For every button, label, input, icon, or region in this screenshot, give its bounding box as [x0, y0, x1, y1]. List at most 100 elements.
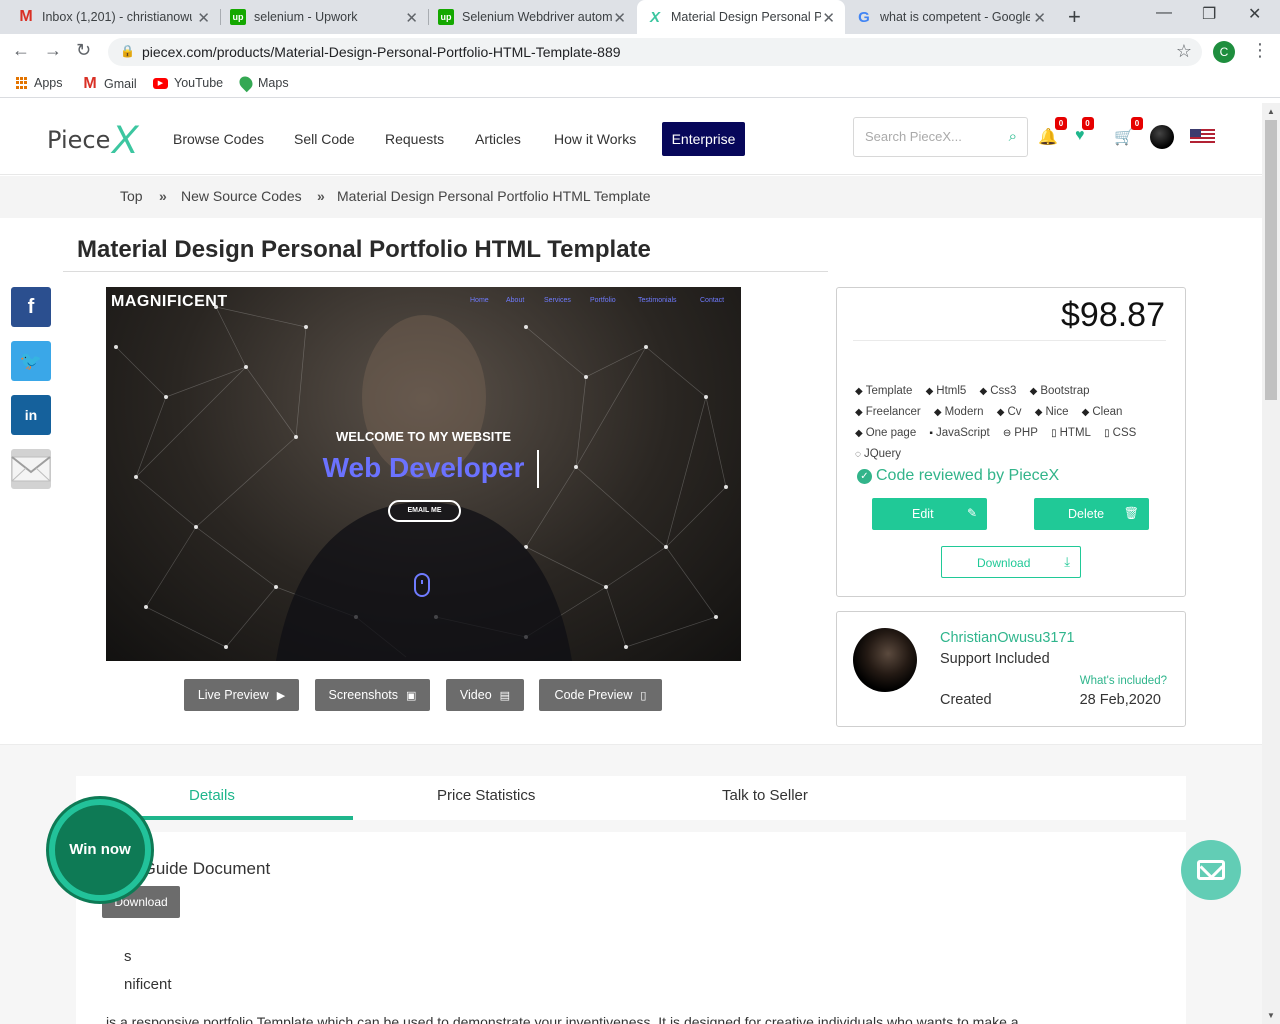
tag[interactable]: ◆ Bootstrap	[1030, 381, 1090, 402]
chat-button[interactable]	[1181, 840, 1241, 900]
tag[interactable]: ◆ Modern	[934, 402, 984, 423]
win-now-promo-button[interactable]: Win now	[49, 799, 151, 901]
forward-arrow-icon[interactable]: →	[44, 40, 62, 61]
screenshots-button[interactable]: Screenshots ▣	[315, 679, 430, 711]
code-preview-button[interactable]: Code Preview ▯	[539, 679, 662, 711]
new-tab-button[interactable]: +	[1068, 4, 1081, 30]
browser-tab-upwork-selenium[interactable]: up selenium - Upwork ✕	[220, 0, 428, 34]
restore-icon[interactable]: ❐	[1202, 4, 1216, 24]
seller-avatar[interactable]	[853, 628, 917, 692]
whats-included-link[interactable]: What's included?	[1080, 675, 1167, 687]
tag[interactable]: ◆ Css3	[980, 381, 1017, 402]
close-icon[interactable]: ✕	[405, 9, 418, 27]
wishlist-count-badge: 0	[1081, 117, 1094, 130]
close-icon[interactable]: ✕	[613, 9, 626, 27]
scroll-down-arrow-icon[interactable]: ▼	[1267, 1011, 1275, 1020]
tag-icon: ◆	[1034, 407, 1043, 418]
nav-requests[interactable]: Requests	[385, 131, 444, 147]
seller-panel: ChristianOwusu3171 Support Included What…	[836, 611, 1186, 727]
us-flag-icon[interactable]	[1190, 129, 1215, 143]
browser-tab-gmail[interactable]: M Inbox (1,201) - christianowusu ✕	[8, 0, 220, 34]
breadcrumb-top[interactable]: Top	[120, 188, 143, 204]
tag[interactable]: ◌ JQuery	[855, 444, 901, 465]
facebook-icon: f	[27, 295, 35, 318]
bookmark-star-icon[interactable]: ☆	[1176, 41, 1192, 62]
profile-avatar[interactable]: C	[1213, 41, 1235, 63]
nav-articles[interactable]: Articles	[475, 131, 521, 147]
tag[interactable]: ◆ Html5	[926, 381, 967, 402]
delete-button[interactable]: Delete 🗑	[1034, 498, 1149, 530]
piecex-icon: X	[649, 8, 660, 26]
tag[interactable]: ◆ One page	[855, 423, 916, 444]
page-scrollbar[interactable]: ▲ ▼	[1262, 103, 1280, 1024]
browser-tab-google[interactable]: G what is competent - Google Search ✕	[846, 0, 1056, 34]
seller-name-link[interactable]: ChristianOwusu3171	[940, 630, 1075, 646]
bookmark-apps[interactable]: Apps	[16, 76, 63, 90]
breadcrumb-separator: »	[317, 188, 325, 204]
created-date: 28 Feb,2020	[1079, 692, 1161, 708]
tag[interactable]: ▪ JavaScript	[929, 423, 989, 444]
email-share-button[interactable]	[11, 449, 51, 489]
scroll-up-arrow-icon[interactable]: ▲	[1267, 107, 1275, 116]
play-icon: ▶	[276, 689, 286, 702]
enterprise-button[interactable]: Enterprise	[662, 122, 745, 156]
bookmark-label: YouTube	[174, 76, 224, 90]
wishlist-heart-icon[interactable]: ♥ 0	[1075, 117, 1094, 145]
browser-tab-piecex[interactable]: X Material Design Personal Portfolio ✕	[637, 0, 845, 34]
tab-details[interactable]: Details	[189, 787, 235, 804]
url-text: piecex.com/products/Material-Design-Pers…	[142, 44, 621, 60]
close-icon[interactable]: ✕	[197, 9, 210, 27]
live-preview-button[interactable]: Live Preview ▶	[184, 679, 299, 711]
tag[interactable]: ◆ Nice	[1035, 402, 1069, 423]
reload-icon[interactable]: ↻	[76, 40, 91, 61]
bookmark-gmail[interactable]: M Gmail	[82, 75, 137, 92]
address-bar[interactable]: 🔒 piecex.com/products/Material-Design-Pe…	[108, 38, 1202, 66]
tag[interactable]: ▯ HTML	[1051, 423, 1091, 444]
tab-talk-to-seller[interactable]: Talk to Seller	[722, 787, 808, 804]
tag[interactable]: ◆ Template	[855, 381, 912, 402]
product-preview-image[interactable]: MAGNIFICENT Home About Services Portfoli…	[106, 287, 741, 661]
twitter-share-button[interactable]: 🐦	[11, 341, 51, 381]
tag-label: PHP	[1014, 427, 1038, 439]
back-arrow-icon[interactable]: ←	[12, 40, 30, 61]
download-button[interactable]: Download ⤓	[941, 546, 1081, 578]
tag[interactable]: ◆ Clean	[1082, 402, 1123, 423]
tab-price-statistics[interactable]: Price Statistics	[437, 787, 535, 804]
search-icon[interactable]: ⌕	[1009, 128, 1017, 145]
linkedin-share-button[interactable]: in	[11, 395, 51, 435]
browser-tab-upwork-webdriver[interactable]: up Selenium Webdriver automation ✕	[428, 0, 636, 34]
notifications-bell-icon[interactable]: 🔔 0	[1038, 117, 1067, 147]
close-icon[interactable]: ✕	[822, 9, 835, 27]
bookmark-youtube[interactable]: ▶ YouTube	[153, 76, 223, 90]
browser-menu-icon[interactable]: ⋮	[1251, 40, 1269, 61]
breadcrumb-new-source-codes[interactable]: New Source Codes	[181, 188, 302, 204]
apps-grid-icon	[16, 77, 28, 89]
search-input[interactable]	[865, 129, 995, 144]
user-avatar[interactable]	[1150, 125, 1174, 149]
scroll-mouse-icon	[414, 573, 430, 597]
tag[interactable]: ◆ Freelancer	[855, 402, 921, 423]
tag-label: One page	[865, 427, 917, 439]
tag-label: Html5	[936, 385, 967, 397]
cart-icon[interactable]: 🛒 0	[1114, 117, 1143, 147]
video-button[interactable]: Video ▤	[446, 679, 524, 711]
maps-pin-icon	[236, 73, 256, 93]
button-label: Delete	[1068, 507, 1105, 521]
bookmark-label: Gmail	[104, 77, 137, 91]
tag[interactable]: ◆ Cv	[997, 402, 1022, 423]
nav-how-it-works[interactable]: How it Works	[554, 131, 636, 147]
minimize-icon[interactable]: —	[1156, 4, 1172, 22]
tag[interactable]: ⊖ PHP	[1003, 423, 1038, 444]
piecex-logo[interactable]: Piece X	[47, 115, 138, 165]
bookmark-maps[interactable]: Maps	[236, 73, 289, 93]
close-icon[interactable]: ✕	[1033, 9, 1046, 27]
tag[interactable]: ▯ CSS	[1104, 423, 1136, 444]
close-window-icon[interactable]: ✕	[1248, 4, 1261, 24]
title-divider	[63, 271, 828, 272]
edit-button[interactable]: Edit ✎	[872, 498, 987, 530]
nav-browse-codes[interactable]: Browse Codes	[173, 131, 264, 147]
preview-nav-item: Portfolio	[590, 297, 616, 304]
scrollbar-thumb[interactable]	[1265, 120, 1277, 400]
nav-sell-code[interactable]: Sell Code	[294, 131, 355, 147]
facebook-share-button[interactable]: f	[11, 287, 51, 327]
